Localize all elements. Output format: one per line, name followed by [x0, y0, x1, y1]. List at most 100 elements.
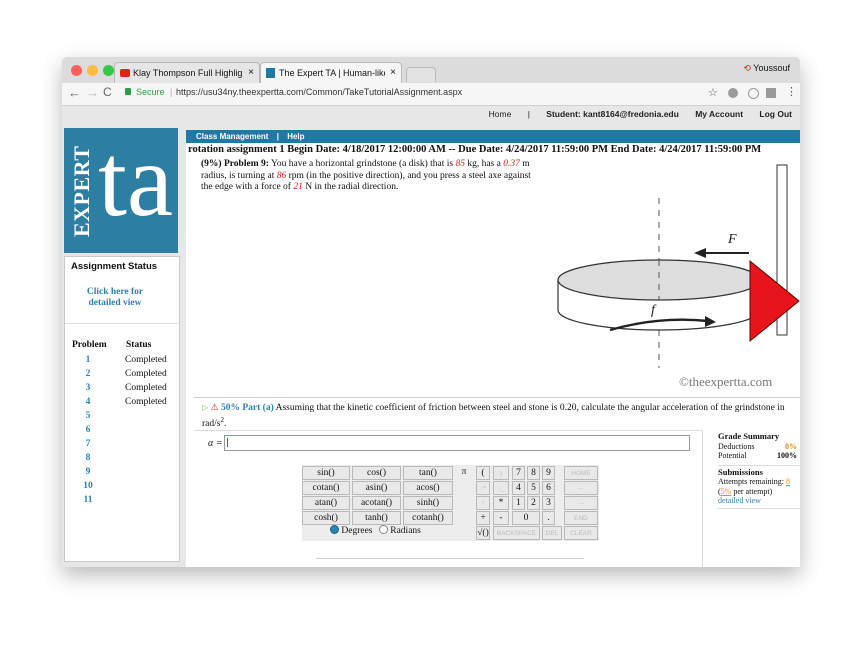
menu-dots-icon[interactable]: ⋮ [786, 85, 797, 98]
function-key[interactable]: sinh() [403, 496, 453, 510]
nav-home-link[interactable]: Home [489, 109, 512, 119]
profile-area[interactable]: ⟲ Youssouf [743, 63, 790, 74]
keypad-key[interactable]: BACKSPACE [493, 526, 540, 540]
menu-bar: Class Management | Help [186, 130, 800, 143]
part-period: . [223, 419, 227, 430]
problem-number-link[interactable]: 2 [71, 367, 125, 381]
keypad-key[interactable]: / [476, 496, 490, 510]
status-row: 2 Completed [71, 367, 171, 381]
force-label: F [727, 232, 737, 247]
function-key[interactable]: acos() [403, 481, 453, 495]
function-key[interactable]: acotan() [352, 496, 401, 510]
keypad-key[interactable]: 2 [527, 496, 540, 510]
extension-icon[interactable] [728, 88, 738, 98]
problem-status: Completed [125, 355, 167, 365]
keypad-key[interactable]: π [457, 466, 471, 480]
keypad-key[interactable]: * [493, 496, 509, 510]
close-window-button[interactable] [71, 65, 82, 76]
keypad-key[interactable]: √() [476, 526, 490, 540]
back-arrow-icon[interactable]: ← [68, 85, 81, 100]
forward-arrow-icon[interactable]: → [86, 85, 99, 100]
keypad-key[interactable]: DEL [542, 526, 562, 540]
url-field[interactable]: Secure | https://usu34ny.theexpertta.com… [122, 86, 722, 101]
tab-expertta[interactable]: The Expert TA | Human-like G × [260, 62, 402, 84]
keypad-key[interactable]: 8 [527, 466, 540, 480]
keypad-key[interactable]: ( [476, 466, 490, 480]
play-icon[interactable]: ▷ [202, 403, 208, 412]
keypad-key[interactable]: 5 [527, 481, 540, 495]
problem-text-segment: You have a horizontal grindstone (a disk… [270, 159, 454, 169]
profile-name: Youssouf [753, 63, 790, 73]
problem-number-link[interactable]: 4 [71, 395, 125, 409]
keypad-key[interactable]: → [564, 496, 598, 510]
minimize-window-button[interactable] [87, 65, 98, 76]
keypad-key[interactable]: END [564, 511, 598, 525]
keypad-key[interactable]: 4 [512, 481, 525, 495]
problem-number-link[interactable]: 1 [71, 353, 125, 367]
keypad-key[interactable]: 7 [512, 466, 525, 480]
problem-number-link[interactable]: 7 [71, 437, 125, 451]
function-key[interactable]: tanh() [352, 511, 401, 525]
problem-number-link[interactable]: 5 [71, 409, 125, 423]
attempts-value: 8 [786, 477, 790, 486]
keypad-key[interactable]: . [542, 511, 555, 525]
logout-link[interactable]: Log Out [759, 109, 792, 119]
problem-number-link[interactable]: 8 [71, 451, 125, 465]
extension-square-icon[interactable] [766, 88, 776, 98]
keypad-key[interactable]: - [493, 511, 509, 525]
maximize-window-button[interactable] [103, 65, 114, 76]
keypad-key[interactable]: 0 [512, 511, 540, 525]
detailed-view-grade-link[interactable]: detailed view [718, 496, 800, 506]
radians-radio-icon[interactable] [378, 525, 388, 534]
problem-number-link[interactable]: 11 [71, 493, 125, 507]
force-value: 21 [293, 182, 303, 192]
bookmark-star-icon[interactable]: ☆ [708, 86, 718, 99]
new-tab-button[interactable] [406, 67, 436, 82]
tab-youtube[interactable]: Klay Thompson Full Highlight × [114, 62, 260, 84]
function-key[interactable]: asin() [352, 481, 401, 495]
problem-number-link[interactable]: 9 [71, 465, 125, 479]
function-key[interactable]: tan() [403, 466, 453, 480]
function-key[interactable]: cosh() [302, 511, 350, 525]
keypad-key[interactable]: 1 [512, 496, 525, 510]
keypad-key[interactable]: 9 [542, 466, 555, 480]
keypad-key[interactable]: CLEAR [564, 526, 598, 540]
keypad-key[interactable]: + [476, 511, 490, 525]
grade-divider [718, 464, 800, 466]
problem-status [125, 409, 171, 423]
keypad-key[interactable]: HOME [564, 466, 598, 480]
problem-number-link[interactable]: 3 [71, 381, 125, 395]
youtube-icon [120, 69, 130, 77]
part-text: Assuming that the kinetic coefficient of… [202, 403, 785, 430]
problem-status [125, 493, 171, 507]
problem-number-link[interactable]: 6 [71, 423, 125, 437]
my-account-link[interactable]: My Account [695, 109, 743, 119]
extension-circle-icon[interactable] [748, 88, 759, 99]
degrees-radio-icon[interactable] [330, 525, 339, 534]
potential-value: 100% [777, 451, 797, 460]
keypad-key[interactable]: ) [493, 466, 509, 480]
function-key[interactable]: atan() [302, 496, 350, 510]
function-key[interactable]: sin() [302, 466, 350, 480]
function-key[interactable]: cotanh() [403, 511, 453, 525]
help-link[interactable]: Help [287, 132, 304, 141]
answer-input[interactable] [224, 435, 690, 451]
problem-status-table: Problem Status 1 Completed 2 Completed 3 Comp… [71, 337, 171, 507]
submit-button-row [316, 558, 584, 567]
detailed-view-link[interactable]: Click here for detailed view [79, 287, 151, 309]
keypad-key[interactable]: 3 [542, 496, 555, 510]
function-key[interactable]: cotan() [302, 481, 350, 495]
keypad-key[interactable]: ↓_ [493, 481, 509, 495]
potential-row: Potential 100% [718, 451, 800, 461]
tab-close-icon[interactable]: × [390, 63, 396, 83]
class-management-link[interactable]: Class Management [196, 132, 268, 141]
keypad-key[interactable]: 6 [542, 481, 555, 495]
problem-status [125, 437, 171, 451]
status-row: 6 [71, 423, 171, 437]
function-key[interactable]: cos() [352, 466, 401, 480]
keypad-key[interactable]: ← [564, 481, 598, 495]
tab-close-icon[interactable]: × [248, 63, 254, 83]
keypad-key[interactable]: ↑^ [476, 481, 490, 495]
reload-icon[interactable]: C [103, 85, 112, 99]
problem-number-link[interactable]: 10 [71, 479, 125, 493]
